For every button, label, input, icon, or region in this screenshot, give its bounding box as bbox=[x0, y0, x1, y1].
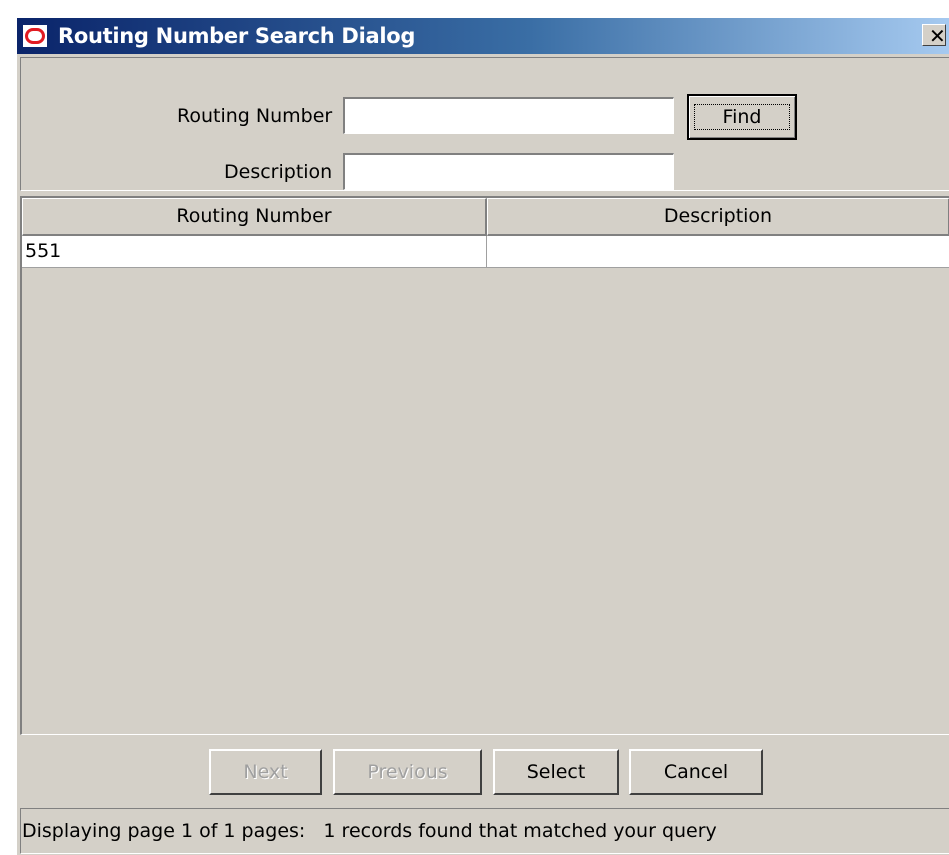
find-button-label: Find bbox=[693, 104, 791, 130]
routing-number-search-dialog: Routing Number Search Dialog ✕ Routing N… bbox=[16, 17, 949, 855]
window-title: Routing Number Search Dialog bbox=[58, 24, 416, 48]
select-button[interactable]: Select bbox=[493, 749, 619, 795]
results-table: Routing Number Description 551 bbox=[20, 196, 949, 735]
table-row[interactable]: 551 bbox=[22, 236, 949, 268]
close-button[interactable]: ✕ bbox=[922, 24, 946, 46]
column-header-description[interactable]: Description bbox=[487, 198, 949, 236]
table-cell-routing-number[interactable]: 551 bbox=[22, 236, 487, 268]
column-header-routing-number[interactable]: Routing Number bbox=[22, 198, 487, 236]
previous-button[interactable]: Previous bbox=[333, 749, 482, 795]
cancel-button[interactable]: Cancel bbox=[629, 749, 763, 795]
table-cell-description[interactable] bbox=[487, 236, 949, 268]
next-button[interactable]: Next bbox=[209, 749, 322, 795]
close-icon: ✕ bbox=[929, 24, 946, 48]
routing-number-label: Routing Number bbox=[177, 105, 333, 127]
find-button[interactable]: Find bbox=[687, 94, 797, 140]
search-panel: Routing Number Find Description bbox=[20, 57, 949, 191]
description-input[interactable] bbox=[343, 153, 674, 190]
routing-number-input[interactable] bbox=[343, 97, 674, 134]
title-bar[interactable]: Routing Number Search Dialog ✕ bbox=[17, 18, 949, 54]
table-header: Routing Number Description bbox=[22, 198, 949, 236]
description-label: Description bbox=[224, 161, 333, 183]
oracle-logo-icon bbox=[23, 25, 47, 47]
status-bar: Displaying page 1 of 1 pages: 1 records … bbox=[20, 808, 949, 854]
